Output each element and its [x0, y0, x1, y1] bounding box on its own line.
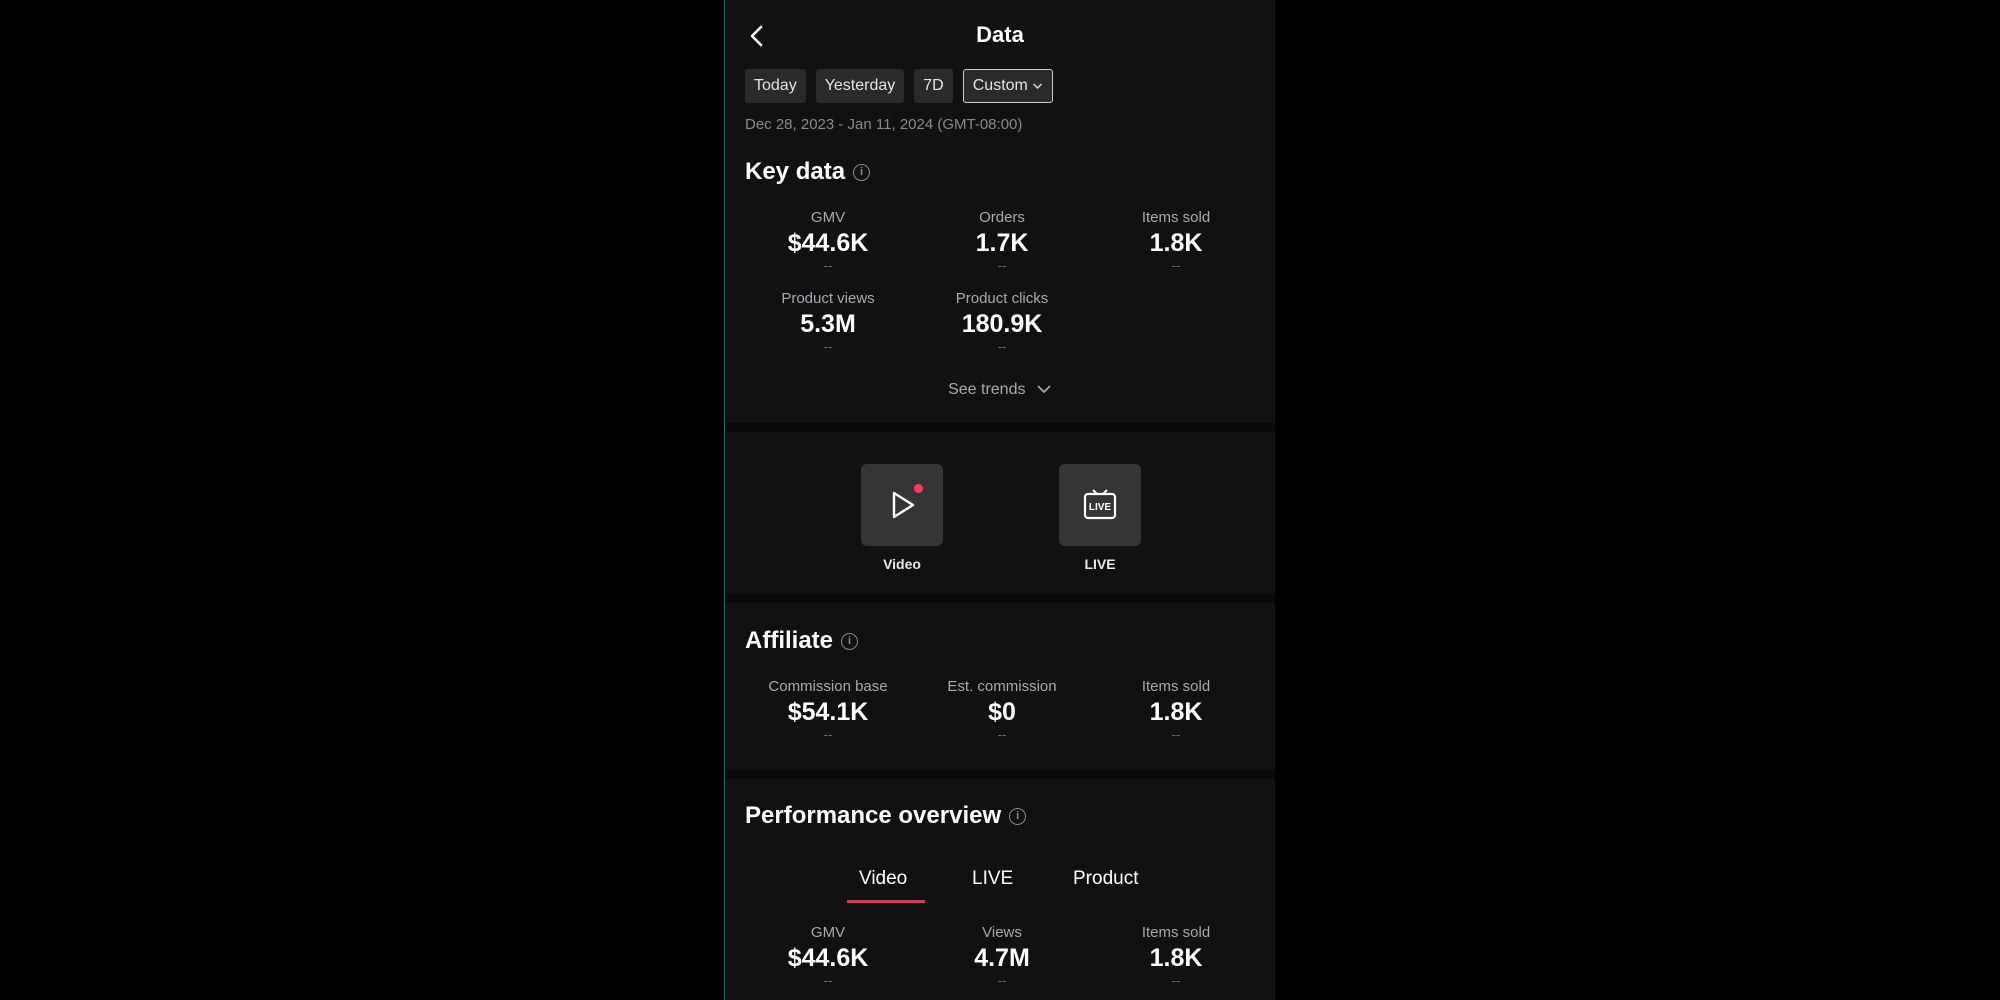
live-tv-icon: LIVE: [1083, 489, 1117, 520]
metric-compare: --: [997, 727, 1007, 742]
metric-value: $44.6K: [787, 229, 869, 257]
key-data-title: Key data: [745, 158, 846, 185]
info-icon[interactable]: i: [841, 632, 859, 650]
metric-label: Product views: [781, 290, 875, 307]
metric-compare: --: [1171, 258, 1181, 273]
metric-product-clicks[interactable]: Product clicks 180.9K --: [917, 290, 1087, 354]
metric-value: 4.7M: [974, 944, 1030, 972]
chevron-down-icon: [1032, 83, 1042, 89]
date-filter-bar: Today Yesterday 7D Custom: [745, 69, 1053, 103]
performance-title: Performance overview: [745, 802, 1002, 829]
video-tile-button[interactable]: [861, 464, 943, 546]
metric-compare: --: [823, 339, 833, 354]
metric-label: GMV: [810, 209, 846, 226]
filter-yesterday-chip[interactable]: Yesterday: [815, 69, 905, 103]
filter-custom-label: Custom: [972, 77, 1028, 94]
filter-custom-dropdown[interactable]: Custom: [962, 69, 1053, 103]
see-trends-label: See trends: [948, 381, 1026, 398]
section-divider: [725, 423, 1275, 432]
metric-value: $44.6K: [787, 944, 869, 972]
filter-7d-chip[interactable]: 7D: [914, 69, 953, 103]
tab-video[interactable]: Video: [859, 868, 907, 890]
metric-compare: --: [997, 339, 1007, 354]
metric-est-commission[interactable]: Est. commission $0 --: [917, 678, 1087, 742]
metric-label: Views: [982, 924, 1022, 941]
live-icon-text: LIVE: [1089, 502, 1112, 513]
metric-label: Orders: [979, 209, 1025, 226]
info-icon[interactable]: i: [853, 163, 871, 181]
date-range-text: Dec 28, 2023 - Jan 11, 2024 (GMT-08:00): [745, 116, 1023, 133]
metric-label: Est. commission: [947, 678, 1057, 695]
app-screen: Data Today Yesterday 7D Custom Dec 28, 2…: [725, 0, 1275, 1000]
notification-dot: [914, 484, 923, 493]
metric-product-views[interactable]: Product views 5.3M --: [743, 290, 913, 354]
metric-compare: --: [997, 973, 1007, 988]
metric-label: Product clicks: [955, 290, 1049, 307]
affiliate-title: Affiliate: [745, 627, 834, 654]
metric-label: Items sold: [1141, 209, 1211, 226]
metric-affiliate-items-sold[interactable]: Items sold 1.8K --: [1091, 678, 1261, 742]
metric-value: 1.8K: [1149, 944, 1203, 972]
performance-heading: Performance overview i: [745, 802, 1027, 830]
metric-compare: --: [1171, 973, 1181, 988]
metric-orders[interactable]: Orders 1.7K --: [917, 209, 1087, 273]
filter-today-chip[interactable]: Today: [745, 69, 806, 103]
metric-performance-gmv[interactable]: GMV $44.6K --: [743, 924, 913, 988]
metric-value: $0: [988, 698, 1016, 726]
metric-value: 1.8K: [1149, 698, 1203, 726]
top-bar: Data: [725, 0, 1275, 72]
metric-gmv[interactable]: GMV $44.6K --: [743, 209, 913, 273]
metric-label: Items sold: [1141, 678, 1211, 695]
play-icon: [892, 491, 915, 519]
metric-compare: --: [997, 258, 1007, 273]
active-tab-indicator: [847, 900, 925, 903]
metric-compare: --: [823, 727, 833, 742]
key-data-heading: Key data i: [745, 158, 871, 186]
metric-compare: --: [823, 973, 833, 988]
affiliate-heading: Affiliate i: [745, 627, 859, 655]
metric-value: 1.7K: [975, 229, 1029, 257]
tab-product[interactable]: Product: [1073, 868, 1138, 890]
see-trends-button[interactable]: See trends: [725, 381, 1275, 399]
section-divider: [725, 594, 1275, 603]
metric-label: Items sold: [1141, 924, 1211, 941]
metric-value: 180.9K: [961, 310, 1043, 338]
metric-value: $54.1K: [787, 698, 869, 726]
metric-items-sold[interactable]: Items sold 1.8K --: [1091, 209, 1261, 273]
metric-compare: --: [823, 258, 833, 273]
metric-value: 1.8K: [1149, 229, 1203, 257]
metric-label: Commission base: [768, 678, 888, 695]
performance-tabs: Video LIVE Product: [725, 862, 1275, 904]
metric-commission-base[interactable]: Commission base $54.1K --: [743, 678, 913, 742]
section-divider: [725, 770, 1275, 779]
page-title: Data: [976, 22, 1024, 47]
metric-label: GMV: [810, 924, 846, 941]
info-icon[interactable]: i: [1009, 807, 1027, 825]
metric-value: 5.3M: [800, 310, 856, 338]
metric-compare: --: [1171, 727, 1181, 742]
metric-performance-views[interactable]: Views 4.7M --: [917, 924, 1087, 988]
chevron-down-icon: [1037, 385, 1051, 394]
video-tile-label: Video: [883, 556, 921, 572]
tab-live[interactable]: LIVE: [972, 868, 1013, 890]
metric-performance-items-sold[interactable]: Items sold 1.8K --: [1091, 924, 1261, 988]
live-tile-button[interactable]: LIVE: [1059, 464, 1141, 546]
live-tile-label: LIVE: [1084, 556, 1116, 572]
